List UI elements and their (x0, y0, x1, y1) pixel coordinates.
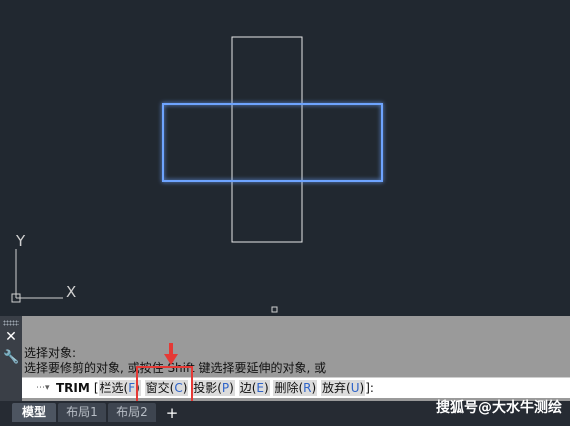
watermark: 搜狐号@大水牛测绘 (436, 400, 562, 416)
horizontal-rectangle-selected[interactable] (162, 103, 383, 182)
option-undo[interactable]: 放弃(U) (321, 380, 366, 396)
option-fence[interactable]: 栏选(F) (98, 380, 141, 396)
ucs-icon: Y X (11, 232, 76, 303)
command-input-line[interactable]: ⋯▾ TRIM [栏选(F) 窗交(C) 投影(P) 边(E) 删除(R) 放弃(… (22, 377, 570, 398)
bracket-close: ]: (365, 381, 374, 395)
grip-dots-icon[interactable] (3, 320, 19, 326)
option-project[interactable]: 投影(P) (192, 380, 235, 396)
option-crossing[interactable]: 窗交(C) (144, 380, 189, 396)
tab-layout2[interactable]: 布局2 (108, 403, 156, 422)
command-dropdown-icon[interactable]: ⋯▾ (36, 381, 54, 395)
command-prompt[interactable]: TRIM [栏选(F) 窗交(C) 投影(P) 边(E) 删除(R) 放弃(U)]… (56, 380, 374, 396)
cursor-pickbox (271, 306, 278, 313)
close-icon[interactable]: ✕ (4, 330, 18, 344)
ucs-x-label: X (66, 283, 76, 301)
annotation-arrow-icon (164, 343, 178, 365)
add-layout-tab-button[interactable]: + (163, 404, 181, 422)
history-line: 选择对象: (24, 346, 77, 360)
tab-layout1[interactable]: 布局1 (58, 403, 106, 422)
drawing-canvas[interactable]: Y X (0, 0, 570, 316)
wrench-icon[interactable]: 🔧 (3, 350, 19, 366)
tab-model[interactable]: 模型 (12, 403, 56, 422)
vertical-rectangle[interactable] (231, 36, 303, 243)
command-name: TRIM (56, 381, 90, 395)
command-panel-grip[interactable]: ✕ 🔧 (0, 316, 22, 401)
command-history: 选择对象: 选择要修剪的对象, 或按住 Shift 键选择要延伸的对象, 或 (24, 346, 564, 376)
command-panel: ✕ 🔧 选择对象: 选择要修剪的对象, 或按住 Shift 键选择要延伸的对象,… (0, 316, 570, 401)
option-erase[interactable]: 删除(R) (273, 380, 318, 396)
history-line: 选择要修剪的对象, 或按住 Shift 键选择要延伸的对象, 或 (24, 361, 327, 375)
ucs-y-label: Y (15, 232, 26, 250)
drawing-svg[interactable]: Y X (0, 0, 570, 316)
option-edge[interactable]: 边(E) (238, 380, 270, 396)
